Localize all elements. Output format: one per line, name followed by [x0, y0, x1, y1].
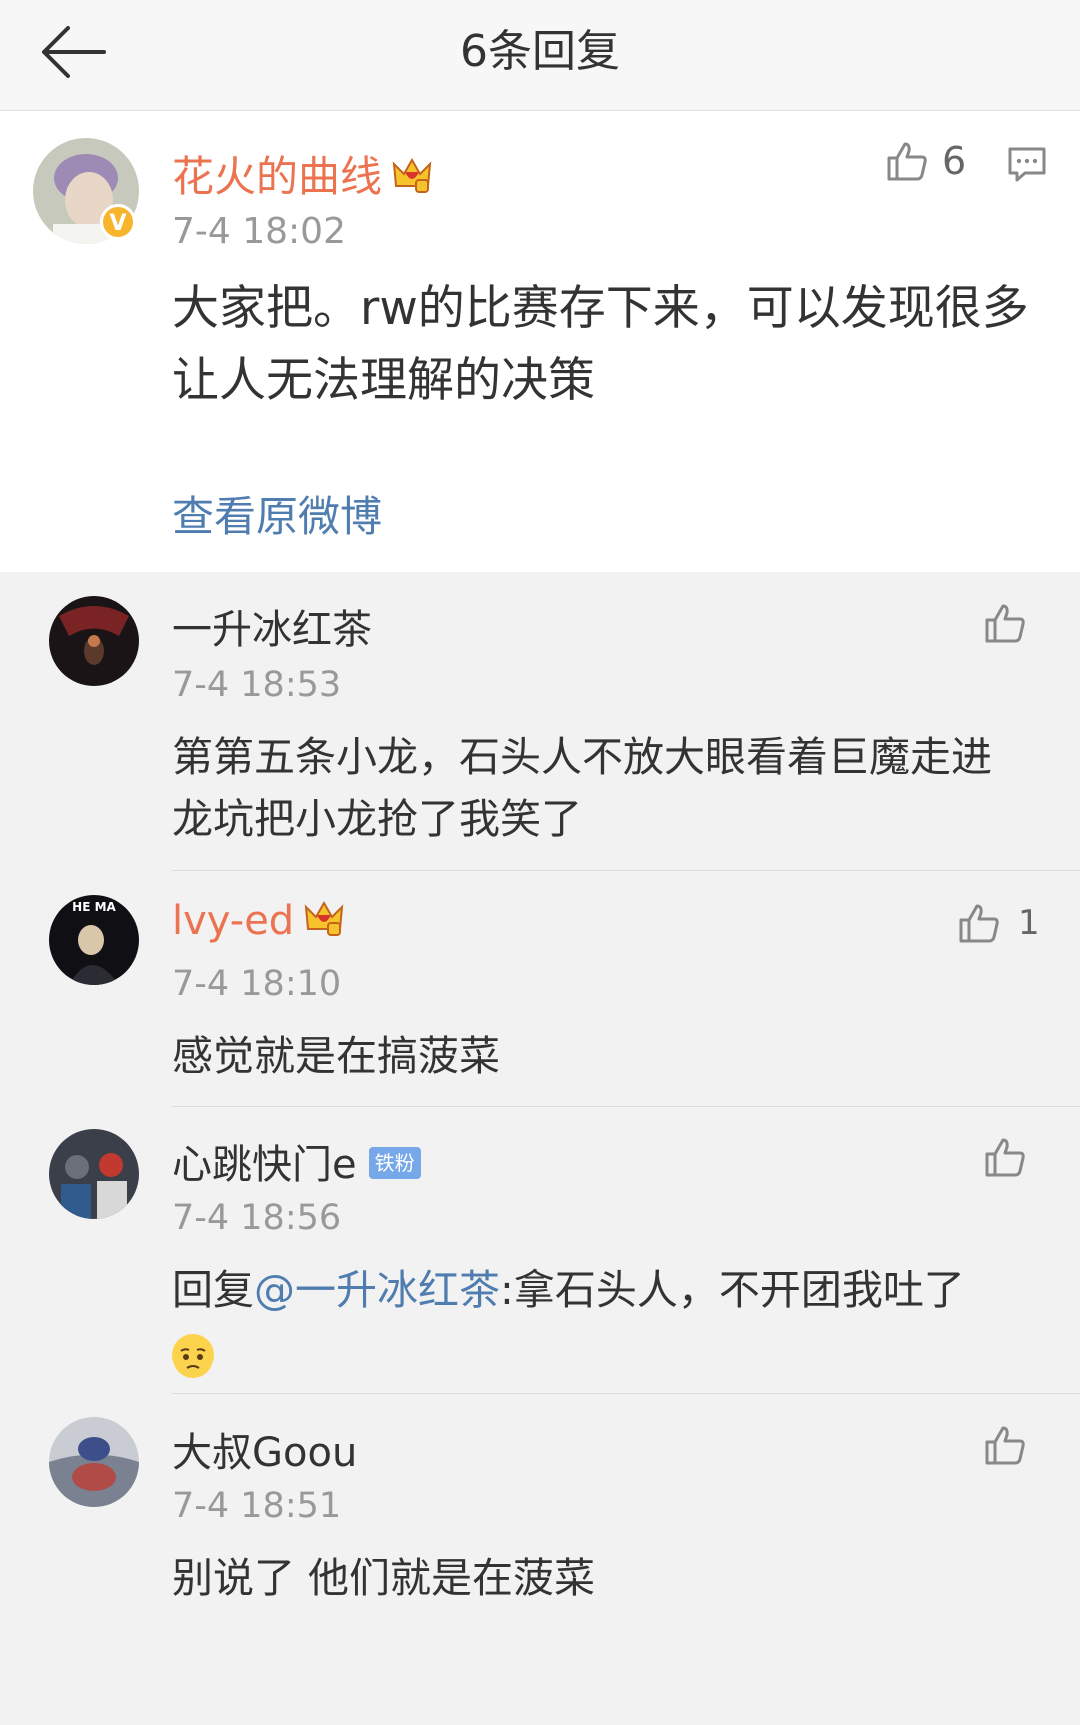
thumbs-up-icon	[985, 604, 1025, 643]
like-button[interactable]	[984, 1424, 1026, 1466]
like-button[interactable]: 6	[886, 139, 966, 183]
username-text: lvy-ed	[172, 898, 295, 944]
avatar[interactable]	[49, 1417, 139, 1507]
reply-time: 7-4 18:10	[172, 964, 342, 1004]
like-count: 6	[942, 139, 967, 183]
page-title: 6条回复	[460, 26, 620, 77]
comment-icon	[1008, 147, 1046, 182]
reply-item: 一升冰红茶 7-4 18:53 第第五条小龙，石头人不放大眼看着巨魔走进龙坑把小…	[0, 572, 1080, 871]
like-button[interactable]	[984, 602, 1026, 644]
reply-text: 第第五条小龙，石头人不放大眼看着巨魔走进龙坑把小龙抢了我笑了	[172, 733, 992, 843]
reply-item: 大叔Goou 7-4 18:51 别说了 他们就是在菠菜	[0, 1395, 1080, 1725]
reply-text: 感觉就是在搞菠菜	[172, 1032, 500, 1080]
mention-link[interactable]: @一升冰红茶	[254, 1266, 500, 1314]
main-username[interactable]: 花火的曲线	[172, 143, 432, 204]
reply-username[interactable]: lvy-ed	[172, 898, 344, 947]
username-text: 花火的曲线	[172, 152, 383, 201]
crown-icon	[304, 899, 344, 947]
reply-text: 回复@一升冰红茶:拿石头人，不开团我吐了	[172, 1259, 1022, 1383]
verified-icon: V	[100, 204, 136, 240]
back-button[interactable]	[38, 22, 108, 82]
avatar[interactable]	[49, 1129, 139, 1219]
reply-time: 7-4 18:51	[172, 1486, 342, 1526]
crown-icon	[392, 155, 432, 204]
reply-username[interactable]: 一升冰红茶	[172, 597, 372, 655]
divider	[172, 1393, 1080, 1394]
reply-prefix: 回复	[172, 1266, 254, 1314]
avatar[interactable]	[49, 596, 139, 686]
avatar[interactable]: HE MA	[49, 895, 139, 985]
view-original-link[interactable]: 查看原微博	[172, 483, 382, 544]
reply-item: 心跳快门e 铁粉 7-4 18:56 回复@一升冰红茶:拿石头人，不开团我吐了	[0, 1108, 1080, 1394]
back-arrow-icon	[42, 26, 106, 78]
post-time: 7-4 18:02	[172, 211, 346, 252]
like-button[interactable]	[984, 1136, 1026, 1178]
avatar-text: HE MA	[72, 900, 116, 914]
divider	[172, 870, 1080, 871]
divider	[172, 1106, 1080, 1107]
top-bar: 6条回复	[0, 0, 1080, 111]
sad-emoji-icon	[172, 1334, 214, 1378]
post-text: 大家把。rw的比赛存下来，可以发现很多让人无法理解的决策	[172, 281, 1029, 408]
like-button[interactable]: 1	[958, 902, 1040, 944]
reply-username[interactable]: 心跳快门e 铁粉	[172, 1132, 421, 1190]
fan-badge: 铁粉	[368, 1147, 421, 1179]
reply-item: HE MA lvy-ed 7-4 18:10 感觉就是在搞菠菜 1	[0, 872, 1080, 1107]
like-count: 1	[1018, 903, 1040, 943]
thumbs-up-icon	[959, 904, 999, 943]
thumbs-up-icon	[985, 1138, 1025, 1177]
reply-time: 7-4 18:56	[172, 1198, 342, 1238]
reply-text: 别说了 他们就是在菠菜	[172, 1554, 596, 1602]
reply-username[interactable]: 大叔Goou	[172, 1420, 357, 1478]
username-text: 心跳快门e	[172, 1142, 357, 1188]
thumbs-up-icon	[985, 1426, 1025, 1465]
thumbs-up-icon	[887, 142, 927, 181]
main-post: V 花火的曲线 7-4 18:02 6 大家把。rw的比赛存下来，可以发现很多让…	[0, 111, 1080, 572]
reply-body: :拿石头人，不开团我吐了	[500, 1266, 965, 1314]
reply-time: 7-4 18:53	[172, 665, 342, 705]
comment-button[interactable]	[1007, 144, 1047, 188]
